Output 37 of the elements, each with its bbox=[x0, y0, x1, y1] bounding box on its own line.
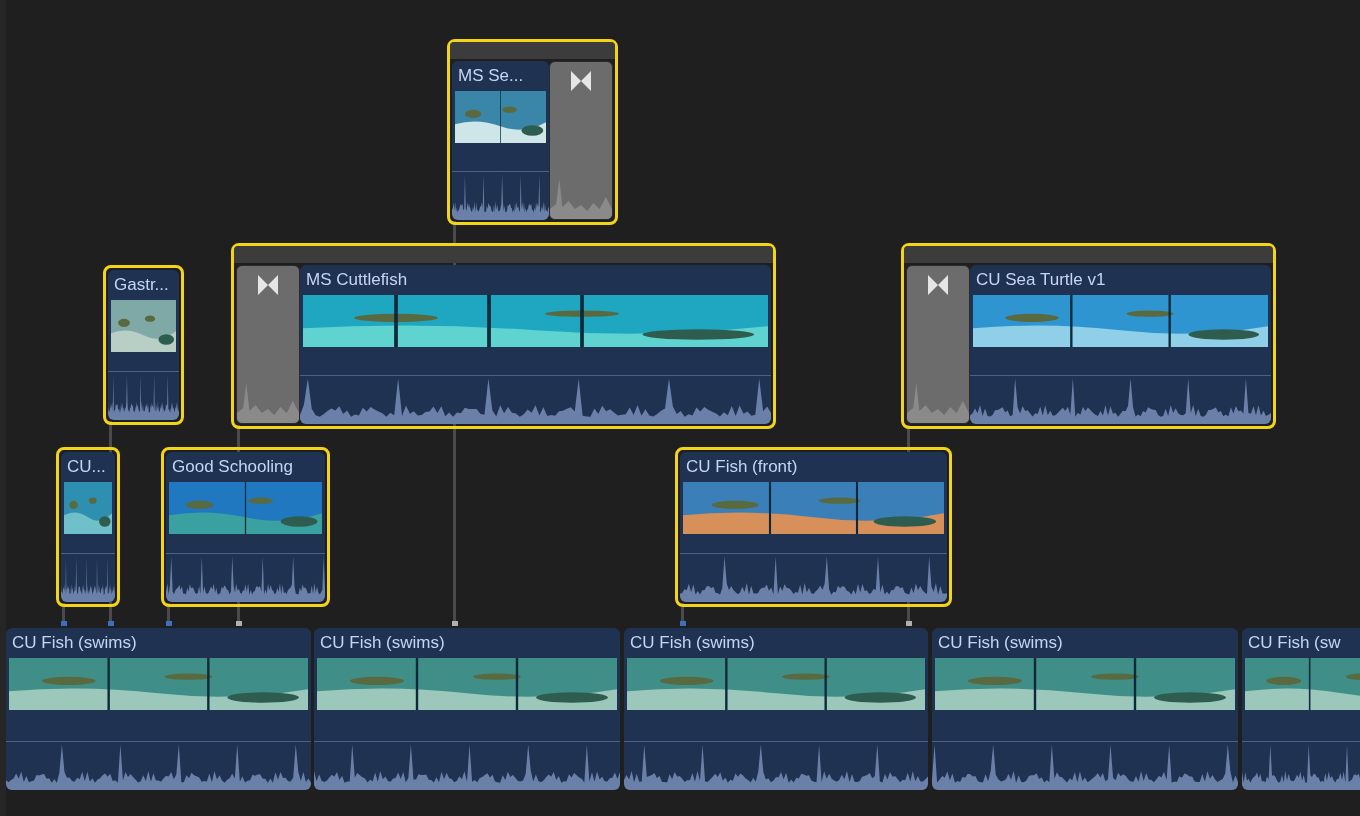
clip[interactable]: CU... bbox=[56, 447, 120, 607]
clip-title: MS Cuttlefish bbox=[305, 269, 409, 291]
clip-title: CU Fish (swims) bbox=[937, 632, 1064, 654]
clip-title: Gastr... bbox=[113, 274, 170, 296]
clip[interactable]: Gastr... bbox=[103, 265, 184, 425]
connection-marker bbox=[166, 621, 172, 626]
clip-title: MS Se... bbox=[457, 65, 525, 87]
clip-title: CU Fish (swims) bbox=[11, 632, 138, 654]
clip[interactable]: CU Fish (swims) bbox=[6, 628, 311, 790]
clip-title: CU Fish (swims) bbox=[319, 632, 446, 654]
clip[interactable]: CU Sea Turtle v1 bbox=[901, 243, 1276, 429]
bowtie-icon bbox=[257, 274, 279, 296]
clip-title: CU... bbox=[66, 456, 107, 478]
clip[interactable]: CU Fish (swims) bbox=[314, 628, 620, 790]
connection-marker bbox=[108, 621, 114, 626]
connection-marker bbox=[236, 621, 242, 626]
clip[interactable]: CU Fish (swims) bbox=[624, 628, 928, 790]
transition-block[interactable] bbox=[236, 265, 300, 424]
clip-title: CU Fish (front) bbox=[685, 456, 799, 478]
clip[interactable]: MS Cuttlefish bbox=[231, 243, 776, 429]
clip[interactable]: CU Fish (front) bbox=[675, 447, 952, 607]
clip-title: CU Fish (sw bbox=[1247, 632, 1342, 654]
bowtie-icon bbox=[927, 274, 949, 296]
connection-marker bbox=[452, 621, 458, 626]
bowtie-icon bbox=[570, 70, 592, 92]
clip[interactable]: CU Fish (sw bbox=[1242, 628, 1360, 790]
transition-block[interactable] bbox=[549, 61, 613, 220]
clip[interactable]: CU Fish (swims) bbox=[932, 628, 1238, 790]
connection-marker bbox=[61, 621, 67, 626]
transition-block[interactable] bbox=[906, 265, 970, 424]
connection-marker bbox=[680, 621, 686, 626]
clip-title: Good Schooling bbox=[171, 456, 294, 478]
clip-title: CU Sea Turtle v1 bbox=[975, 269, 1107, 291]
connection-marker bbox=[906, 621, 912, 626]
clip[interactable]: Good Schooling bbox=[161, 447, 330, 607]
clip-title: CU Fish (swims) bbox=[629, 632, 756, 654]
clip[interactable]: MS Se... bbox=[447, 39, 618, 225]
